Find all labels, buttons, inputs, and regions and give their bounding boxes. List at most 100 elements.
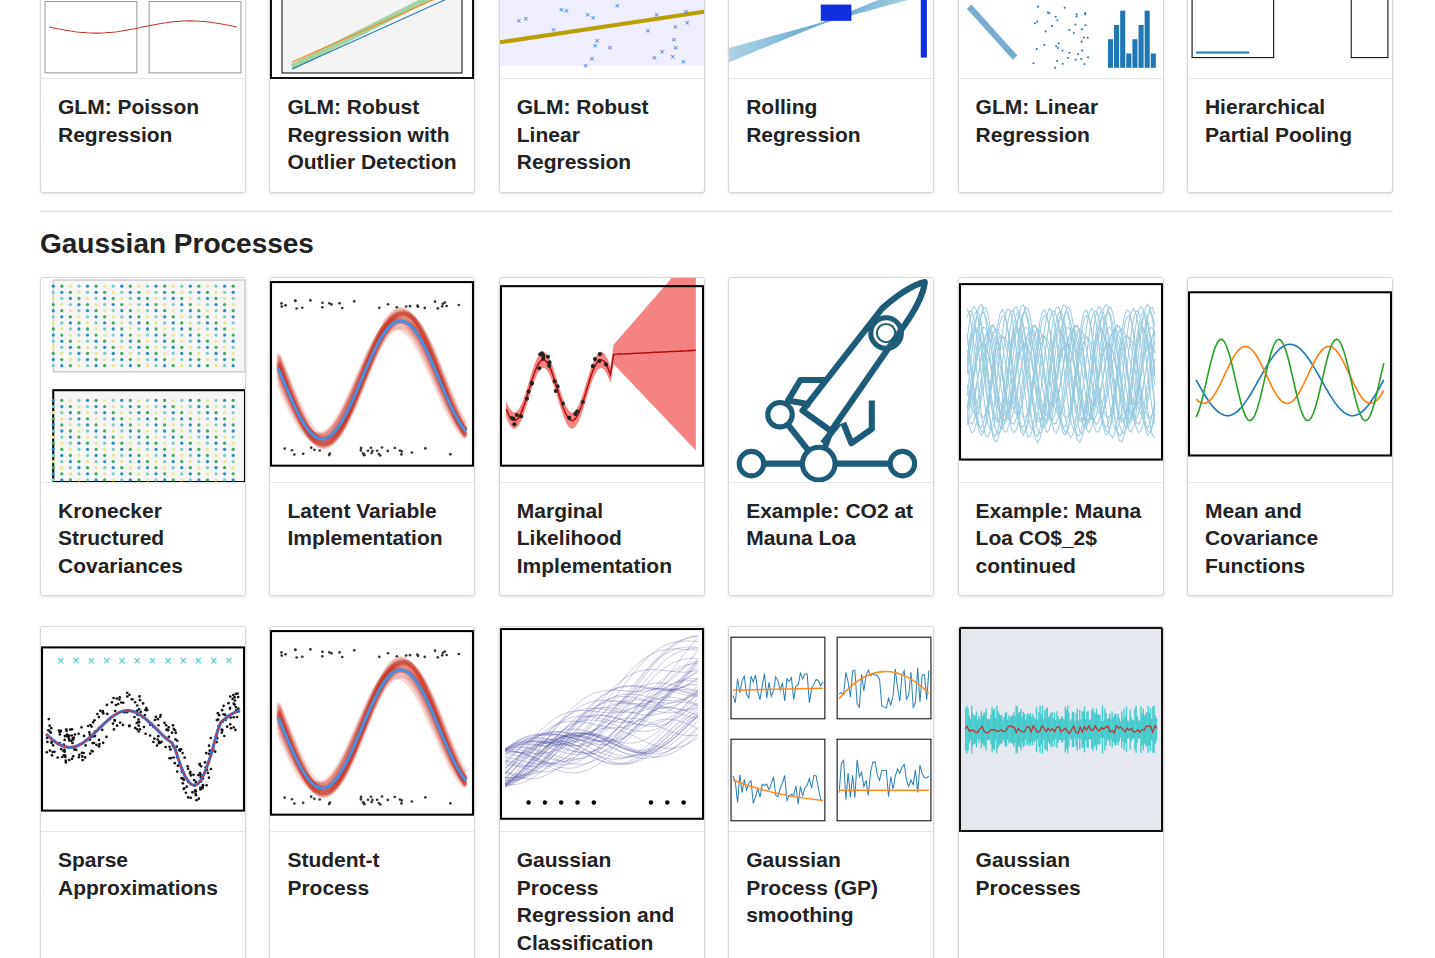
- card-title[interactable]: Student-t Process: [270, 832, 474, 944]
- thumbnail-image: [1188, 0, 1392, 78]
- thumbnail-image: [1188, 278, 1392, 482]
- card-title[interactable]: GLM: Linear Regression: [959, 79, 1163, 191]
- svg-text:×: ×: [209, 655, 218, 666]
- svg-text:×: ×: [669, 52, 675, 61]
- svg-text:×: ×: [653, 10, 659, 19]
- section-divider: [40, 211, 1393, 212]
- thumbnail-image: ××××××××××××××××××××××××: [500, 0, 704, 78]
- svg-text:×: ×: [515, 16, 521, 25]
- thumbnail-image: [500, 278, 704, 482]
- thumbnail: [1188, 278, 1392, 483]
- example-card[interactable]: Rolling Regression: [728, 0, 934, 193]
- thumbnail: ××××××××××××××××××××××××: [500, 0, 704, 79]
- svg-text:×: ×: [179, 655, 188, 666]
- thumbnail: [959, 278, 1163, 483]
- example-card[interactable]: Gaussian Process (GP) smoothing: [728, 626, 934, 958]
- thumbnail: [1188, 0, 1392, 79]
- svg-text:×: ×: [102, 655, 111, 666]
- svg-text:×: ×: [133, 655, 142, 666]
- card-title[interactable]: Gaussian Process (GP) smoothing: [729, 832, 933, 945]
- thumbnail: [729, 0, 933, 79]
- card-grid: GLM: Poisson RegressionGLM: Robust Regre…: [40, 0, 1393, 193]
- example-card[interactable]: Example: Mauna Loa CO$_2$ continued: [958, 277, 1164, 597]
- svg-text:×: ×: [118, 655, 127, 666]
- thumbnail: × × × × × × × × × × × ×: [41, 627, 245, 832]
- card-title[interactable]: Kronecker Structured Covariances: [41, 483, 245, 596]
- card-grid: Kronecker Structured CovariancesLatent V…: [40, 277, 1393, 958]
- example-card[interactable]: Gaussian Process Regression and Classifi…: [499, 626, 705, 958]
- card-title[interactable]: Latent Variable Implementation: [270, 483, 474, 595]
- thumbnail-image: [961, 629, 1161, 830]
- svg-text:×: ×: [672, 22, 678, 31]
- svg-text:×: ×: [72, 655, 81, 666]
- example-card[interactable]: Latent Variable Implementation: [269, 277, 475, 597]
- svg-text:×: ×: [522, 14, 528, 23]
- thumbnail: [500, 278, 704, 483]
- thumbnail-image: [959, 278, 1163, 482]
- svg-text:×: ×: [558, 5, 564, 14]
- thumbnail-image: × × × × × × × × × × × ×: [41, 627, 245, 831]
- thumbnail: [729, 278, 933, 483]
- thumbnail: [270, 0, 474, 79]
- example-card[interactable]: Kronecker Structured Covariances: [40, 277, 246, 597]
- svg-text:×: ×: [56, 655, 65, 666]
- thumbnail-image: [729, 627, 933, 831]
- card-title[interactable]: GLM: Poisson Regression: [41, 79, 245, 191]
- thumbnail-image: [729, 0, 933, 78]
- example-card[interactable]: Gaussian Processes: [958, 626, 1164, 958]
- card-title[interactable]: Marginal Likelihood Implementation: [500, 483, 704, 596]
- gallery-page: GLM: Poisson RegressionGLM: Robust Regre…: [0, 0, 1435, 958]
- card-title[interactable]: Gaussian Process Regression and Classifi…: [500, 832, 704, 958]
- thumbnail: [270, 278, 474, 483]
- svg-text:×: ×: [163, 655, 172, 666]
- thumbnail-image: [41, 0, 245, 78]
- svg-text:×: ×: [594, 36, 600, 45]
- card-title[interactable]: Sparse Approximations: [41, 832, 245, 944]
- thumbnail: [41, 0, 245, 79]
- card-title[interactable]: Example: Mauna Loa CO$_2$ continued: [959, 483, 1163, 596]
- card-title[interactable]: Example: CO2 at Mauna Loa: [729, 483, 933, 595]
- svg-text:×: ×: [589, 54, 595, 63]
- thumbnail-image: [270, 278, 474, 482]
- thumbnail: [729, 627, 933, 832]
- svg-text:×: ×: [148, 655, 157, 666]
- svg-text:×: ×: [684, 18, 690, 27]
- card-title[interactable]: Gaussian Processes: [959, 832, 1163, 944]
- example-card[interactable]: Example: CO2 at Mauna Loa: [728, 277, 934, 597]
- example-card[interactable]: × × × × × × × × × × × × Sparse Approximations: [40, 626, 246, 958]
- example-card[interactable]: GLM: Linear Regression: [958, 0, 1164, 193]
- svg-text:×: ×: [225, 655, 234, 666]
- card-title[interactable]: GLM: Robust Regression with Outlier Dete…: [270, 79, 474, 192]
- card-title[interactable]: GLM: Robust Linear Regression: [500, 79, 704, 192]
- thumbnail-image: [41, 278, 245, 482]
- svg-text:×: ×: [659, 47, 665, 56]
- example-card[interactable]: GLM: Poisson Regression: [40, 0, 246, 193]
- thumbnail: [959, 627, 1163, 832]
- svg-text:×: ×: [194, 655, 203, 666]
- example-card[interactable]: Student-t Process: [269, 626, 475, 958]
- thumbnail-image: [270, 627, 474, 831]
- svg-text:×: ×: [645, 26, 651, 35]
- svg-text:×: ×: [683, 7, 689, 16]
- thumbnail-image: [959, 0, 1163, 78]
- example-card[interactable]: ××××××××××××××××××××××××GLM: Robust Line…: [499, 0, 705, 193]
- card-title[interactable]: Mean and Covariance Functions: [1188, 483, 1392, 596]
- example-card[interactable]: Hierarchical Partial Pooling: [1187, 0, 1393, 193]
- example-card[interactable]: Mean and Covariance Functions: [1187, 277, 1393, 597]
- svg-text:×: ×: [670, 35, 676, 44]
- thumbnail: [270, 627, 474, 832]
- thumbnail: [959, 0, 1163, 79]
- thumbnail-image: [500, 627, 704, 831]
- svg-text:×: ×: [87, 655, 96, 666]
- example-card[interactable]: Marginal Likelihood Implementation: [499, 277, 705, 597]
- svg-text:×: ×: [680, 57, 686, 66]
- card-title[interactable]: Hierarchical Partial Pooling: [1188, 79, 1392, 191]
- example-card[interactable]: GLM: Robust Regression with Outlier Dete…: [269, 0, 475, 193]
- svg-text:×: ×: [614, 1, 620, 10]
- thumbnail: [500, 627, 704, 832]
- thumbnail-image: [272, 0, 472, 77]
- card-title[interactable]: Rolling Regression: [729, 79, 933, 191]
- svg-text:×: ×: [651, 53, 657, 62]
- svg-text:×: ×: [582, 61, 588, 70]
- svg-text:×: ×: [550, 25, 556, 34]
